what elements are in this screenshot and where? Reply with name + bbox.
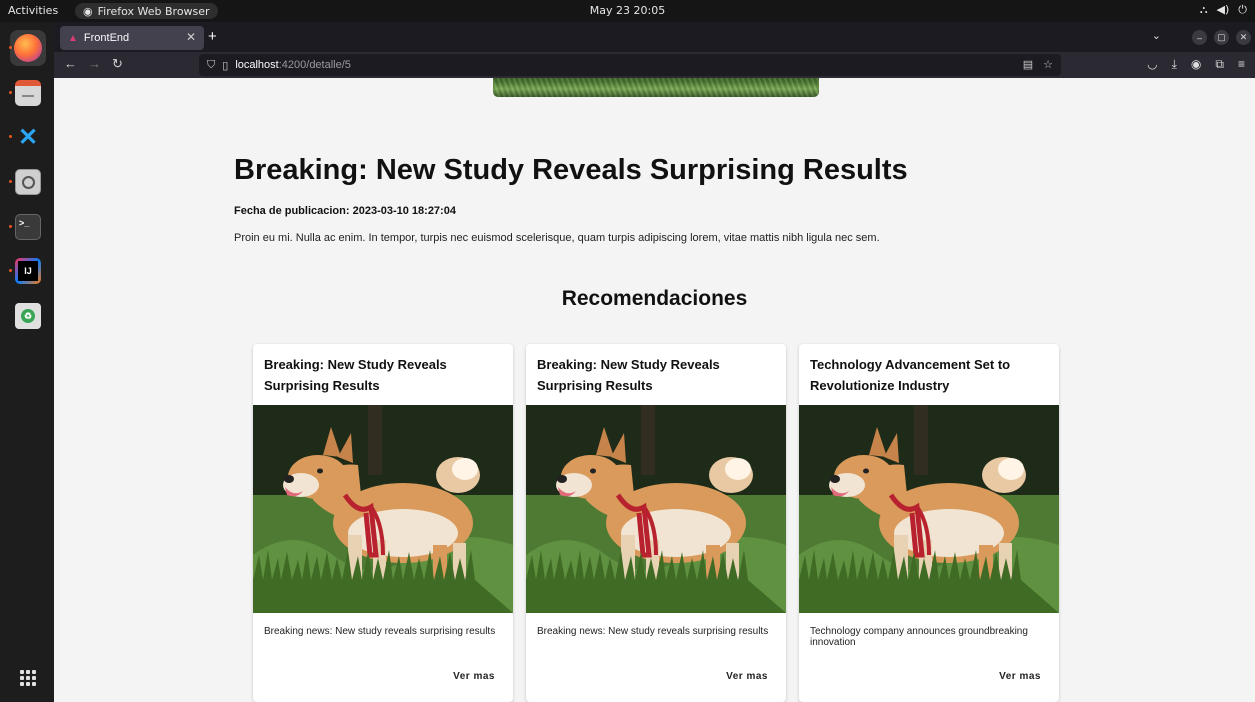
show-apps-icon[interactable] bbox=[20, 670, 36, 686]
recommendation-card: Breaking: New Study Reveals Surprising R… bbox=[253, 344, 513, 702]
magnifier-icon[interactable] bbox=[15, 169, 41, 195]
network-icon: ⛬ bbox=[1199, 3, 1208, 16]
url-bar[interactable]: ⛉ ▯ localhost:4200/detalle/5 ▤ ☆ bbox=[199, 54, 1061, 76]
ver-mas-button[interactable]: Ver mas bbox=[999, 671, 1041, 682]
tab-frontend[interactable]: ▲ FrontEnd ✕ bbox=[60, 26, 204, 50]
trash-icon[interactable]: ♻ bbox=[15, 303, 41, 329]
browser-toolbar: ◡ ⤓ ◉ ⧉ ≡ bbox=[1147, 57, 1245, 72]
ver-mas-button[interactable]: Ver mas bbox=[453, 671, 495, 682]
intellij-icon[interactable]: IJ bbox=[15, 258, 41, 284]
system-top-bar: Activities ◉ Firefox Web Browser May 23 … bbox=[0, 0, 1255, 22]
maximize-icon[interactable]: ▢ bbox=[1214, 30, 1229, 45]
system-tray[interactable]: ⛬ ◀) ⏻ bbox=[1200, 3, 1247, 17]
card-title: Technology Advancement Set to Revolution… bbox=[810, 357, 1011, 393]
app-menu[interactable]: ◉ Firefox Web Browser bbox=[75, 3, 218, 19]
close-window-icon[interactable]: ✕ bbox=[1236, 30, 1251, 45]
card-description: Breaking news: New study reveals surpris… bbox=[537, 626, 769, 637]
forward-icon[interactable]: → bbox=[88, 56, 101, 71]
volume-icon: ◀) bbox=[1216, 3, 1230, 16]
vscode-icon[interactable]: ✕ bbox=[15, 124, 41, 151]
running-indicator bbox=[9, 180, 12, 183]
list-all-tabs-icon[interactable]: ⌄ bbox=[1152, 29, 1161, 42]
running-indicator bbox=[9, 269, 12, 272]
publication-date: Fecha de publicacion: 2023-03-10 18:27:0… bbox=[234, 205, 456, 217]
recommendation-card: Breaking: New Study Reveals Surprising R… bbox=[526, 344, 786, 702]
card-description: Technology company announces groundbreak… bbox=[810, 626, 1028, 648]
browser-nav-bar: ← → ↻ ⛉ ▯ localhost:4200/detalle/5 ▤ ☆ ◡… bbox=[54, 52, 1255, 78]
page-icon: ▯ bbox=[222, 59, 229, 72]
url-path: :4200/detalle/5 bbox=[278, 59, 351, 71]
recommendations-heading: Recomendaciones bbox=[561, 287, 748, 310]
running-indicator bbox=[9, 91, 12, 94]
power-icon: ⏻ bbox=[1238, 3, 1247, 16]
dog-photo bbox=[799, 405, 1059, 613]
activities-button[interactable]: Activities bbox=[8, 4, 58, 17]
article-image bbox=[493, 78, 819, 97]
dog-photo bbox=[253, 405, 513, 613]
pocket-icon[interactable]: ◡ bbox=[1147, 57, 1157, 72]
tab-title: FrontEnd bbox=[83, 32, 130, 44]
card-title: Breaking: New Study Reveals Surprising R… bbox=[264, 357, 447, 393]
card-title: Breaking: New Study Reveals Surprising R… bbox=[537, 357, 720, 393]
terminal-icon[interactable]: >_ bbox=[15, 214, 41, 240]
dock: ✕ >_ IJ ♻ bbox=[0, 22, 54, 702]
account-icon[interactable]: ◉ bbox=[1191, 57, 1201, 72]
browser-tab-bar: ▲ FrontEnd ✕ + ⌄ – ▢ ✕ bbox=[54, 22, 1255, 52]
publication-date-value: 2023-03-10 18:27:04 bbox=[352, 205, 456, 217]
url-host: localhost bbox=[235, 59, 279, 71]
running-indicator bbox=[9, 46, 12, 49]
firefox-icon[interactable] bbox=[14, 34, 42, 62]
app-menu-label: Firefox Web Browser bbox=[97, 4, 210, 18]
tracking-shield-icon[interactable]: ⛉ bbox=[207, 59, 215, 72]
running-indicator bbox=[9, 225, 12, 228]
minimize-icon[interactable]: – bbox=[1192, 30, 1207, 45]
dog-photo bbox=[526, 405, 786, 613]
files-icon[interactable] bbox=[15, 80, 41, 106]
ver-mas-button[interactable]: Ver mas bbox=[726, 671, 768, 682]
angular-favicon-icon: ▲ bbox=[68, 32, 78, 44]
firefox-small-icon: ◉ bbox=[83, 4, 93, 18]
extensions-icon[interactable]: ⧉ bbox=[1215, 57, 1224, 72]
article-body: Proin eu mi. Nulla ac enim. In tempor, t… bbox=[234, 232, 880, 244]
close-tab-icon[interactable]: ✕ bbox=[186, 30, 196, 44]
article-title: Breaking: New Study Reveals Surprising R… bbox=[234, 154, 908, 186]
publication-date-label: Fecha de publicacion: bbox=[234, 205, 350, 217]
recommendation-card: Technology Advancement Set to Revolution… bbox=[799, 344, 1059, 702]
bookmark-star-icon[interactable]: ☆ bbox=[1043, 58, 1053, 71]
reader-view-icon[interactable]: ▤ bbox=[1023, 58, 1033, 71]
reload-icon[interactable]: ↻ bbox=[112, 56, 123, 72]
downloads-icon[interactable]: ⤓ bbox=[1172, 57, 1177, 72]
running-indicator bbox=[9, 135, 12, 138]
menu-icon[interactable]: ≡ bbox=[1238, 57, 1245, 72]
card-description: Breaking news: New study reveals surpris… bbox=[264, 626, 496, 637]
back-icon[interactable]: ← bbox=[64, 56, 77, 71]
new-tab-button[interactable]: + bbox=[208, 28, 217, 45]
page-viewport[interactable]: Breaking: New Study Reveals Surprising R… bbox=[54, 78, 1255, 702]
